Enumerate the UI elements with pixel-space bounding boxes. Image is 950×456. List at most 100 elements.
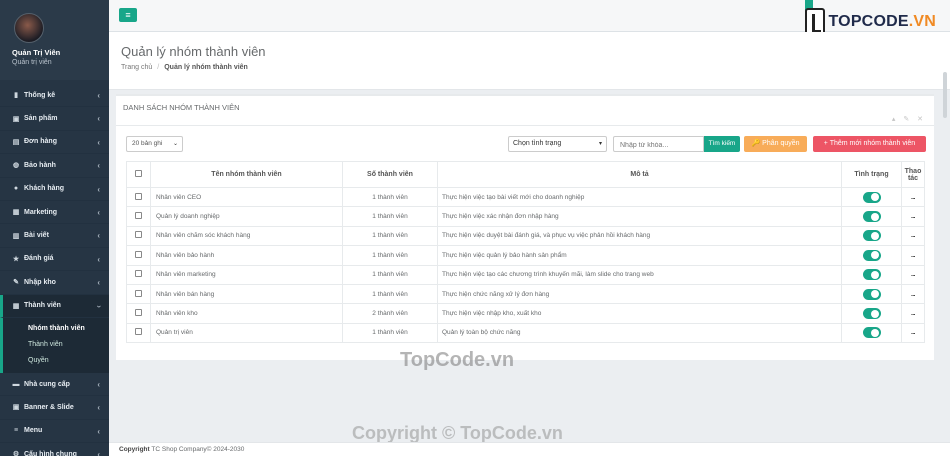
group-name-cell: Nhân viên marketing — [150, 264, 343, 285]
profile-name[interactable]: Quản Trị Viên — [12, 48, 60, 57]
sidebar-item-truck[interactable]: ▬ Nhà cung cấp ‹ — [0, 373, 109, 397]
status-toggle[interactable] — [862, 191, 881, 203]
sidebar-item-dashboard[interactable]: ▮ Thống kê ‹ — [0, 84, 109, 108]
sidebar-subitem-member-groups[interactable]: Nhóm thành viên — [3, 321, 109, 337]
row-checkbox[interactable] — [135, 192, 142, 200]
sidebar-item-shield[interactable]: ◍ Bảo hành ‹ — [0, 154, 109, 178]
status-toggle[interactable] — [862, 249, 881, 261]
permission-button[interactable]: 🔑 Phân quyền — [744, 136, 807, 152]
sidebar-item-label: Nhập kho — [24, 278, 56, 286]
sidebar-item-menu[interactable]: ≡ Menu ‹ — [0, 420, 109, 444]
action-menu-button[interactable]: ... — [901, 264, 925, 285]
status-toggle[interactable] — [862, 308, 881, 320]
status-toggle[interactable] — [862, 211, 881, 223]
action-menu-button[interactable]: ... — [901, 225, 925, 247]
status-cell — [841, 186, 902, 208]
table-row[interactable]: Nhân viên CEO 1 thành viên Thực hiện việc … — [126, 186, 925, 208]
chevron-left-icon: ‹ — [97, 137, 100, 147]
footer-brand: Copyright — [119, 446, 150, 453]
table-row[interactable]: Nhân viên bán hàng 1 thành viên Thực hiện … — [126, 283, 925, 305]
sidebar: Quản Trị Viên Quản trị viên ▮ Thống kê ‹ ▣ S… — [0, 0, 109, 456]
table-row[interactable]: Quản lý doanh nghiệp 1 thành viên Thực hiệ… — [126, 206, 925, 227]
action-menu-button[interactable]: ... — [901, 206, 925, 227]
status-toggle[interactable] — [862, 327, 881, 339]
row-checkbox-cell — [126, 225, 151, 247]
sidebar-item-file-text[interactable]: ▥ Bài viết ‹ — [0, 224, 109, 248]
page-size-select[interactable]: 20 bản ghi ⌄ — [126, 136, 183, 152]
sidebar-item-label: Bài viết — [24, 232, 49, 240]
keyword-search-input[interactable] — [613, 136, 704, 152]
action-menu-button[interactable]: ... — [901, 303, 925, 324]
scrollbar[interactable] — [943, 72, 947, 118]
breadcrumb-home[interactable]: Trang chủ — [121, 64, 152, 71]
row-checkbox[interactable] — [135, 231, 142, 239]
action-menu-button[interactable]: ... — [901, 245, 925, 266]
footer: Copyright TC Shop Company© 2024-2030 — [109, 442, 950, 456]
member-count-cell: 1 thành viên — [342, 225, 438, 247]
sidebar-item-label: Đánh giá — [24, 255, 54, 263]
file-text-icon: ▥ — [12, 232, 20, 240]
table-row[interactable]: Nhân viên chăm sóc khách hàng 1 thành viê… — [126, 225, 925, 247]
sidebar-item-briefcase[interactable]: ▤ Đơn hàng ‹ — [0, 131, 109, 155]
sidebar-item-users[interactable]: ▦ Thành viên ‹ — [0, 294, 109, 318]
row-checkbox[interactable] — [135, 309, 142, 317]
column-header-name: Tên nhóm thành viên — [150, 161, 343, 188]
sidebar-subitem-permissions[interactable]: Quyền — [3, 353, 109, 369]
table-row[interactable]: Nhân viên kho 2 thành viên Thực hiện việc … — [126, 303, 925, 324]
sidebar-item-gear[interactable]: ⚙ Cấu hình chung ‹ — [0, 443, 109, 456]
breadcrumb-current: Quản lý nhóm thành viên — [164, 64, 248, 71]
description-cell: Thực hiện việc nhập kho, xuất kho — [437, 303, 842, 324]
menu-toggle-button[interactable]: ≡ — [119, 8, 137, 22]
watermark-center: TopCode.vn — [400, 349, 515, 371]
group-name-cell: Nhân viên kho — [150, 303, 343, 324]
sidebar-item-image[interactable]: ▣ Banner & Slide ‹ — [0, 396, 109, 420]
status-toggle[interactable] — [862, 288, 881, 300]
chevron-left-icon: ‹ — [97, 184, 100, 194]
column-header-count: Số thành viên — [342, 161, 438, 188]
group-name-cell: Quản trị viên — [150, 322, 343, 344]
users-icon: ▦ — [12, 302, 20, 310]
avatar[interactable] — [14, 13, 44, 43]
search-button[interactable]: Tìm kiếm — [704, 136, 740, 152]
status-select[interactable]: Chọn tình trạng ▾ — [508, 136, 607, 152]
sidebar-item-star[interactable]: ★ Đánh giá ‹ — [0, 248, 109, 272]
chevron-left-icon: ‹ — [97, 91, 100, 100]
action-menu-button[interactable]: ... — [901, 186, 925, 208]
row-checkbox[interactable] — [135, 289, 142, 297]
sidebar-item-shopping-bag[interactable]: ▣ Sản phẩm ‹ — [0, 107, 109, 131]
add-member-group-button[interactable]: + Thêm mới nhóm thành viên — [813, 136, 926, 152]
profile-role: Quản trị viên — [12, 59, 52, 66]
status-toggle[interactable] — [862, 269, 881, 281]
table-row[interactable]: Quản trị viên 1 thành viên Quản lý toàn bộ… — [126, 322, 925, 344]
row-checkbox[interactable] — [135, 250, 142, 258]
panel-tools-icons[interactable]: ▴ ✎ ✕ — [892, 115, 926, 123]
action-menu-button[interactable]: ... — [901, 322, 925, 344]
chevron-left-icon: ‹ — [97, 114, 100, 124]
table-row[interactable]: Nhân viên bảo hành 1 thành viên Thực hiện … — [126, 245, 925, 266]
status-cell — [841, 245, 902, 266]
row-checkbox[interactable] — [135, 212, 142, 220]
sidebar-item-edit[interactable]: ✎ Nhập kho ‹ — [0, 271, 109, 295]
select-all-checkbox-cell — [126, 161, 151, 188]
select-all-checkbox[interactable] — [135, 170, 142, 177]
row-checkbox-cell — [126, 245, 151, 266]
table-row[interactable]: Nhân viên marketing 1 thành viên Thực hiện… — [126, 264, 925, 285]
image-icon: ▣ — [12, 404, 20, 412]
row-checkbox[interactable] — [135, 328, 142, 336]
logo-text: TOPCODE — [828, 13, 909, 30]
sidebar-submenu-members: Nhóm thành viên Thành viên Quyền — [0, 317, 109, 373]
truck-icon: ▬ — [12, 380, 20, 388]
page-header: Quản lý nhóm thành viên Trang chủ / Quản l… — [109, 32, 950, 118]
sidebar-subitem-members[interactable]: Thành viên — [3, 337, 109, 353]
sidebar-item-label: Marketing — [24, 208, 58, 216]
sidebar-item-user[interactable]: ● Khách hàng ‹ — [0, 178, 109, 201]
status-toggle[interactable] — [862, 230, 881, 242]
row-checkbox-cell — [126, 283, 151, 305]
row-checkbox[interactable] — [135, 270, 142, 278]
briefcase-icon: ▤ — [12, 138, 20, 146]
action-menu-button[interactable]: ... — [901, 283, 925, 305]
sidebar-item-megaphone[interactable]: ▦ Marketing ‹ — [0, 201, 109, 225]
group-name-cell: Nhân viên bảo hành — [150, 245, 343, 266]
description-cell: Thực hiện việc duyệt bài đánh giá, và ph… — [437, 225, 842, 247]
group-name-cell: Nhân viên chăm sóc khách hàng — [150, 225, 343, 247]
